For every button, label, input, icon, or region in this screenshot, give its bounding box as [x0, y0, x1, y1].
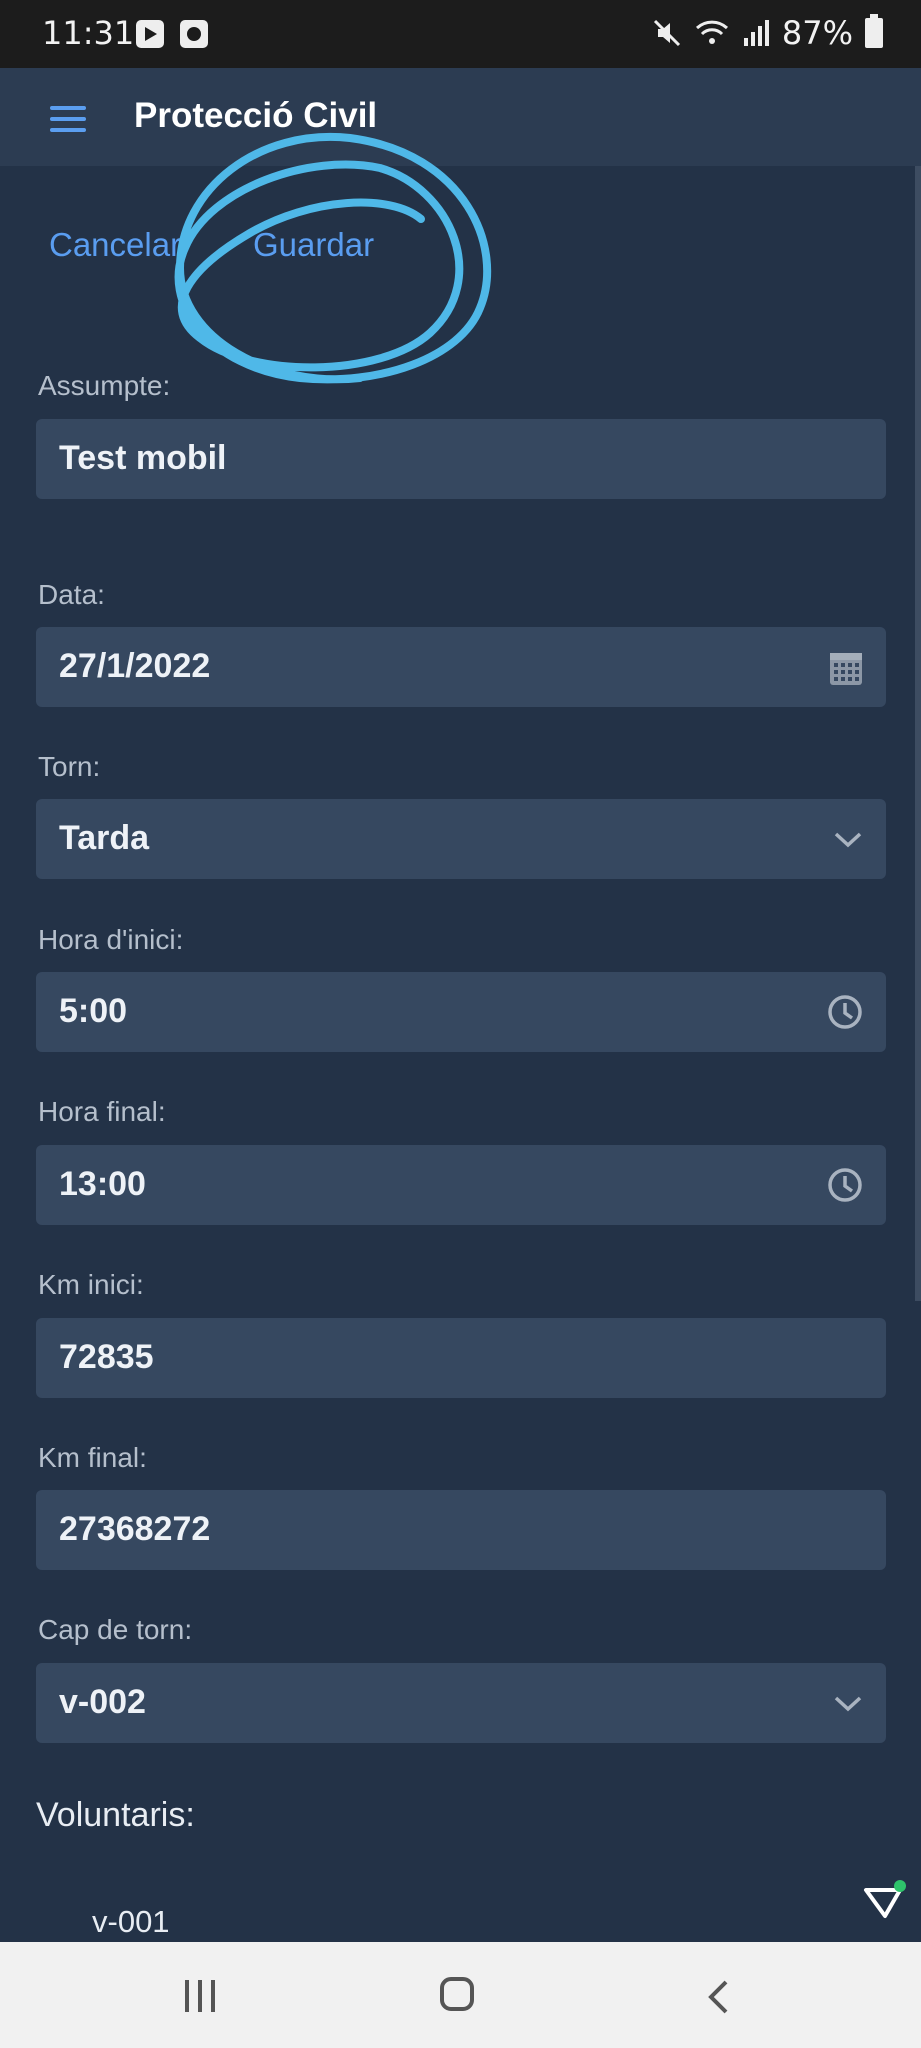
shift-lead-select[interactable]: v-002	[36, 1663, 886, 1743]
shift-select[interactable]: Tarda	[36, 799, 886, 879]
mute-icon	[653, 19, 680, 47]
km-end-value: 27368272	[59, 1510, 211, 1548]
end-time-value: 13:00	[59, 1165, 146, 1203]
subject-input[interactable]: Test mobil	[36, 419, 886, 499]
calendar-icon[interactable]	[828, 647, 864, 687]
start-time-value: 5:00	[59, 992, 128, 1030]
status-bar: 11:31 87%	[0, 0, 921, 68]
km-end-input[interactable]: 27368272	[36, 1490, 886, 1570]
chevron-down-icon[interactable]	[832, 819, 864, 859]
subject-label: Assumpte:	[38, 370, 171, 401]
battery-percent: 87%	[781, 14, 853, 52]
start-time-input[interactable]: 5:00	[36, 972, 886, 1052]
wifi-icon	[695, 20, 728, 44]
shift-lead-value: v-002	[59, 1683, 146, 1721]
shift-lead-label: Cap de torn:	[38, 1614, 193, 1645]
app-bar: Protecció Civil	[0, 68, 921, 166]
volunteer-item[interactable]: v-001	[92, 1904, 170, 1940]
hand-drawn-circle-annotation	[174, 132, 492, 384]
km-start-value: 72835	[59, 1338, 154, 1376]
end-time-input[interactable]: 13:00	[36, 1145, 886, 1225]
km-start-input[interactable]: 72835	[36, 1318, 886, 1398]
back-icon[interactable]	[706, 1979, 730, 2015]
save-button[interactable]: Guardar	[253, 226, 374, 264]
cancel-button[interactable]: Cancelar	[49, 226, 181, 264]
youtube-notification-icon	[136, 20, 164, 48]
menu-icon[interactable]	[50, 106, 86, 132]
status-time: 11:31	[42, 14, 135, 52]
scrollbar[interactable]	[915, 166, 921, 1301]
km-end-label: Km final:	[38, 1442, 147, 1473]
recent-apps-icon[interactable]	[185, 1980, 215, 2012]
extension-logo-icon[interactable]	[862, 1880, 908, 1926]
system-nav-bar	[0, 1942, 921, 2048]
shift-label: Torn:	[38, 751, 101, 782]
date-input[interactable]: 27/1/2022	[36, 627, 886, 707]
end-time-label: Hora final:	[38, 1096, 166, 1127]
chevron-down-icon[interactable]	[832, 1683, 864, 1723]
date-label: Data:	[38, 579, 105, 610]
signal-icon	[743, 20, 769, 46]
battery-icon	[865, 14, 883, 48]
subject-value: Test mobil	[59, 439, 227, 477]
clock-icon[interactable]	[826, 992, 864, 1032]
date-value: 27/1/2022	[59, 647, 211, 685]
app-notification-icon	[180, 20, 208, 48]
shift-value: Tarda	[59, 819, 150, 857]
clock-icon[interactable]	[826, 1165, 864, 1205]
volunteers-title: Voluntaris:	[36, 1796, 195, 1834]
km-start-label: Km inici:	[38, 1269, 144, 1300]
app-title: Protecció Civil	[134, 96, 378, 135]
start-time-label: Hora d'inici:	[38, 924, 184, 955]
home-icon[interactable]	[440, 1977, 474, 2011]
